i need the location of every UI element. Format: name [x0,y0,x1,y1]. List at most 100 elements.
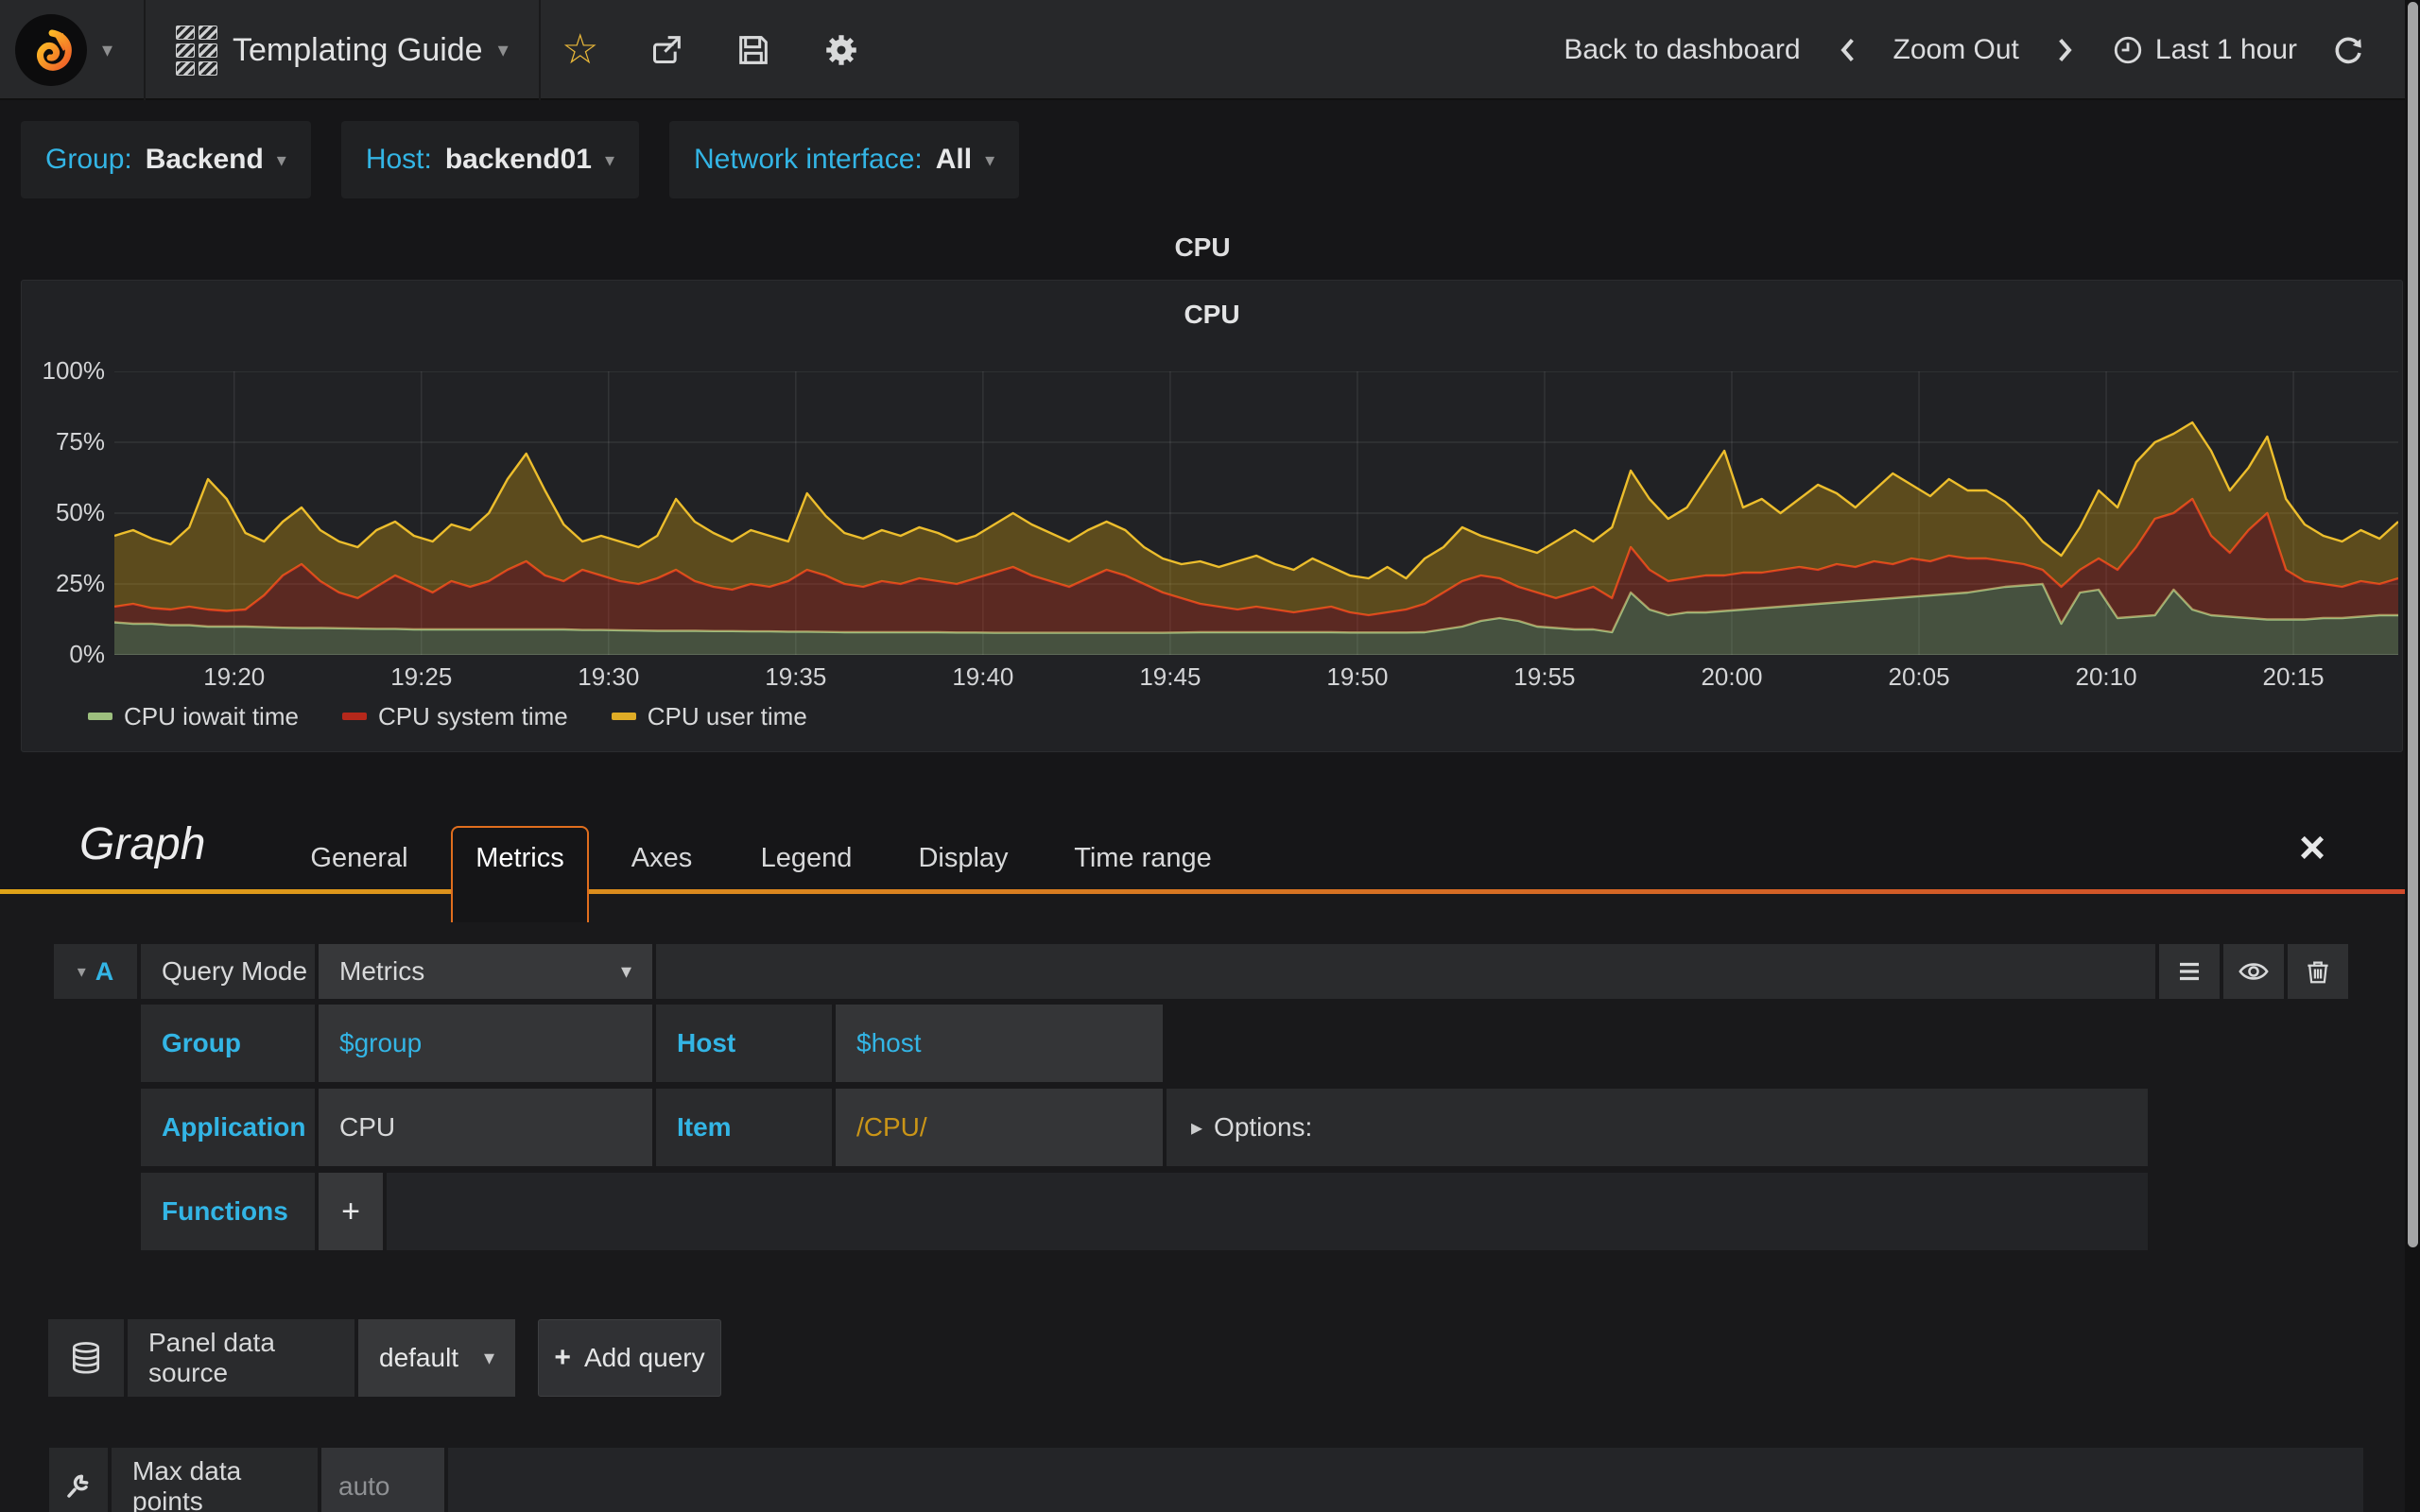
max-data-points-label: Max data points [112,1448,318,1512]
y-tick-label: 25% [55,569,105,597]
x-tick-label: 20:10 [2075,662,2137,691]
panel-header-title: CPU [1174,232,1231,262]
dashboard-tiles-icon [176,25,217,76]
query-mode-label: Query Mode [141,944,315,999]
chevron-left-icon [1840,39,1854,61]
variable-pill-2[interactable]: Host: backend01 ▾ [340,121,639,198]
star-button[interactable]: ☆ [562,29,598,71]
x-tick-label: 19:50 [1326,662,1389,691]
y-tick-label: 50% [55,498,105,526]
legend-swatch [611,713,636,720]
query-collapse-toggle[interactable]: ▾ A [54,944,137,999]
max-data-points-input[interactable]: auto [321,1448,444,1512]
scrollbar-thumb[interactable] [2408,2,2418,1247]
datasource-icon-cell [48,1319,124,1397]
menu-icon [2180,962,2199,981]
refresh-button[interactable] [2331,33,2365,67]
tab-time-range[interactable]: Time range [1074,843,1212,874]
x-tick-label: 19:55 [1513,662,1576,691]
x-tick-label: 19:40 [952,662,1014,691]
grafana-app: ▾ Templating Guide ▾ ☆ Back to dashboard… [0,0,2420,1512]
param-label-host: Host [656,1005,832,1082]
param-label-text: Application [162,1112,306,1142]
query-row-spacer [656,944,2155,999]
chevron-down-icon: ▾ [497,38,509,61]
database-icon [72,1342,100,1374]
variable-pill-1[interactable]: Group: Backend ▾ [21,121,311,198]
legend-item[interactable]: CPU iowait time [88,702,299,731]
time-shift-forward-button[interactable] [2053,35,2078,65]
legend-swatch [88,713,112,720]
time-shift-back-button[interactable] [1835,35,1859,65]
variable-value: Backend [145,144,264,175]
datasource-label: Panel data source [128,1319,354,1397]
dashboard-title-picker[interactable]: Templating Guide ▾ [176,0,509,100]
variable-label: Group: [45,144,132,175]
chevron-down-icon: ▾ [102,38,113,61]
navbar-right: Back to dashboard Zoom Out Last 1 hour [1564,0,2365,100]
query-toggle-visibility-button[interactable] [2223,944,2284,999]
close-editor-button[interactable]: × [2299,822,2325,874]
query-menu-button[interactable] [2159,944,2220,999]
legend-label: CPU iowait time [124,701,299,730]
plot-area[interactable] [114,371,2398,655]
param-label-text: Host [677,1028,736,1057]
datasource-select[interactable]: default ▾ [358,1319,515,1397]
tab-legend[interactable]: Legend [761,843,853,874]
param-input-cpu[interactable]: CPU [319,1089,652,1166]
query-delete-button[interactable] [2288,944,2348,999]
zoom-out-button[interactable]: Zoom Out [1893,34,2019,66]
x-tick-label: 20:05 [1888,662,1950,691]
chevron-down-icon: ▾ [604,149,614,171]
share-button[interactable] [648,31,685,69]
graph-panel: CPU 0% 25% 50% 75% 100% 19:20 19:25 19:30 19:35… [21,280,2403,752]
param-label-application: Application [141,1089,315,1166]
time-picker-button[interactable]: Last 1 hour [2112,34,2297,66]
back-to-dashboard-button[interactable]: Back to dashboard [1564,34,1800,66]
trash-icon [2308,961,2328,984]
add-query-button[interactable]: + Add query [538,1319,721,1397]
datasource-row-spacer [725,1319,2363,1397]
refresh-icon [2335,37,2361,64]
cpu-chart[interactable] [114,371,2398,655]
legend-item[interactable]: CPU system time [341,701,568,731]
scrollbar-track[interactable] [2405,0,2420,1512]
variable-label: Network interface: [694,144,923,175]
param-input-group[interactable]: $group [319,1005,652,1082]
divider [144,0,146,100]
query-param-row: Functions + [141,1173,2148,1250]
param-label-group: Group [141,1005,315,1082]
x-tick-label: 19:35 [765,662,827,691]
grafana-menu[interactable]: ▾ [0,0,144,100]
save-button[interactable] [735,31,772,69]
dashboard-title: Templating Guide [233,31,483,68]
param-input-cpu[interactable]: /CPU/ [836,1089,1163,1166]
query-row-a: ▾ A Query Mode Metrics ▾ [54,944,2348,999]
query-mode-select[interactable]: Metrics ▾ [319,944,652,999]
tab-display[interactable]: Display [918,843,1008,874]
tab-metrics[interactable]: Metrics [451,826,589,922]
legend-swatch [341,713,367,720]
x-tick-label: 20:15 [2262,662,2325,691]
panel-type-heading: Graph [79,819,206,869]
param-label-text: Item [677,1112,732,1142]
tab-axes[interactable]: Axes [631,843,692,874]
legend-label: CPU system time [377,701,568,730]
max-row-spacer [448,1448,2363,1512]
y-tick-label: 0% [69,640,105,668]
share-icon [653,36,682,63]
tab-general[interactable]: General [310,843,407,874]
datasource-row: Panel data source default ▾ + Add query [48,1319,2363,1397]
add-function-button[interactable]: + [319,1173,383,1250]
param-input-host[interactable]: $host [836,1005,1163,1082]
variable-pill-3[interactable]: Network interface: All ▾ [669,121,1020,198]
query-param-row: Group $group Host $host [141,1005,2148,1082]
y-tick-label: 75% [55,427,105,455]
options-toggle[interactable]: ▸ Options: [1167,1089,2148,1166]
legend-label: CPU user time [647,701,807,730]
eye-icon [2238,963,2269,980]
tab-underline [0,889,2405,894]
settings-button[interactable] [821,30,861,70]
panel-title[interactable]: CPU [22,300,2402,330]
legend-item[interactable]: CPU user time [611,701,807,731]
